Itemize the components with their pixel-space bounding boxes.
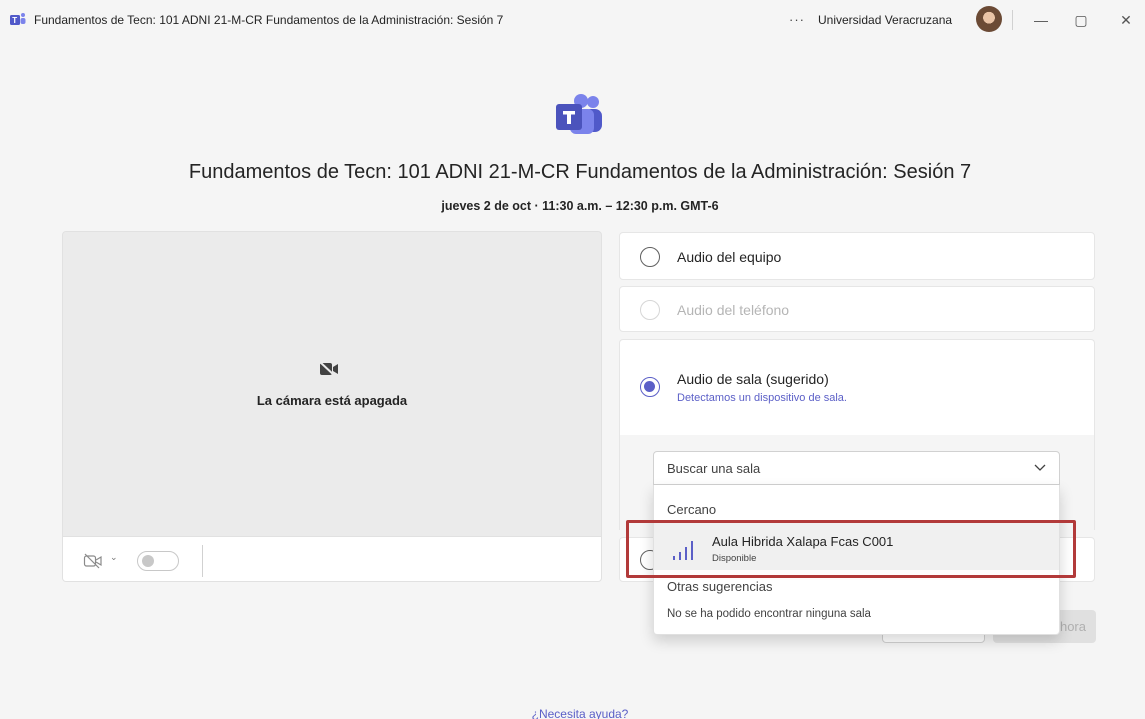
room-dropdown: Cercano Aula Hibrida Xalapa Fcas C001 Di…	[653, 485, 1060, 635]
audio-option-phone: Audio del teléfono	[619, 286, 1095, 332]
computer-audio-radio[interactable]	[640, 247, 660, 267]
camera-off-label: La cámara está apagada	[256, 393, 408, 408]
camera-toggle-switch[interactable]	[137, 551, 179, 571]
help-link[interactable]: ¿Necesita ayuda?	[0, 707, 1145, 719]
video-preview: La cámara está apagada	[63, 232, 601, 536]
room-search-placeholder: Buscar una sala	[667, 461, 761, 476]
nearby-header: Cercano	[667, 502, 717, 517]
phone-audio-radio	[640, 300, 660, 320]
room-audio-label: Audio de sala (sugerido)	[677, 371, 829, 387]
camera-options-chevron-icon[interactable]: ⌄	[110, 552, 118, 563]
organization-name[interactable]: Universidad Veracruzana	[818, 13, 952, 27]
audio-option-computer[interactable]: Audio del equipo	[619, 232, 1095, 280]
teams-logo-icon	[556, 94, 602, 134]
titlebar-divider	[1012, 10, 1013, 30]
camera-toggle-icon[interactable]	[83, 553, 103, 569]
toggle-knob	[142, 555, 154, 567]
video-preview-panel: La cámara está apagada ⌄	[62, 231, 602, 582]
room-status: Disponible	[712, 553, 757, 564]
camera-off-icon	[319, 361, 338, 377]
video-controls: ⌄	[63, 536, 601, 581]
chevron-down-icon[interactable]	[1033, 460, 1047, 474]
room-list-item[interactable]: Aula Hibrida Xalapa Fcas C001 Disponible	[654, 522, 1059, 570]
room-audio-sublabel: Detectamos un dispositivo de sala.	[677, 392, 847, 404]
audio-option-room[interactable]: Audio de sala (sugerido) Detectamos un d…	[619, 339, 1095, 436]
controls-divider	[202, 545, 203, 577]
phone-audio-label: Audio del teléfono	[677, 302, 790, 318]
other-suggestions-header: Otras sugerencias	[667, 579, 773, 594]
teams-app-icon: T	[10, 13, 26, 25]
user-avatar[interactable]	[976, 6, 1002, 32]
no-rooms-message: No se ha podido encontrar ninguna sala	[667, 608, 871, 620]
signal-strength-icon	[673, 541, 693, 560]
computer-audio-label: Audio del equipo	[677, 249, 782, 265]
minimize-button[interactable]: —	[1026, 8, 1056, 32]
svg-text:T: T	[12, 16, 17, 25]
meeting-time: jueves 2 de oct · 11:30 a.m. – 12:30 p.m…	[441, 199, 719, 213]
room-search-input[interactable]: Buscar una sala	[653, 451, 1060, 485]
window-title: Fundamentos de Tecn: 101 ADNI 21-M-CR Fu…	[34, 13, 504, 27]
close-button[interactable]: ✕	[1111, 8, 1141, 32]
meeting-title: Fundamentos de Tecn: 101 ADNI 21-M-CR Fu…	[188, 161, 972, 183]
maximize-button[interactable]: ▢	[1066, 8, 1096, 32]
room-name: Aula Hibrida Xalapa Fcas C001	[712, 534, 894, 549]
room-audio-radio[interactable]	[640, 377, 660, 397]
title-bar: T Fundamentos de Tecn: 101 ADNI 21-M-CR …	[0, 0, 1145, 40]
more-options-button[interactable]: ···	[786, 8, 808, 32]
